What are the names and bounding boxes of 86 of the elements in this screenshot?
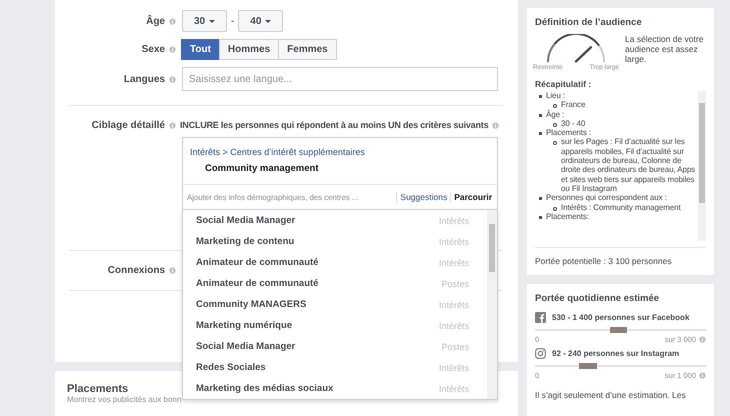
bullet-icon [553, 104, 557, 108]
suggestion-item[interactable]: Social Media Manager Intérêts [183, 210, 487, 231]
summary-item: France [561, 100, 586, 110]
bullet-icon [539, 197, 542, 200]
instruction-text: INCLURE les personnes qui répondent à au moins UN des critères suivants [180, 120, 488, 130]
panel-title: Définition de l’audience [535, 17, 642, 28]
summary-item: 30 - 40 [561, 118, 586, 128]
field-label: Ciblage détaillé [92, 120, 165, 131]
info-icon[interactable] [169, 18, 176, 24]
estimate-note: Il s’agit seulement d’une estimation. Les [535, 390, 687, 400]
info-icon[interactable] [699, 372, 706, 379]
suggestion-type: Intérêts [438, 300, 469, 310]
info-icon[interactable] [169, 76, 176, 82]
category-path: Intérêts > Centres d’intérêt supplémentaires [189, 146, 366, 157]
gender-option[interactable]: Femmes [278, 39, 337, 60]
suggestion-name: Social Media Manager [196, 215, 296, 226]
suggestion-item[interactable]: Animateur de communauté Postes [183, 273, 487, 294]
bullet-icon [539, 132, 542, 136]
field-label: Langues [124, 74, 165, 84]
caret-icon [209, 20, 216, 22]
summary-item: Intérêts : Community management [561, 202, 681, 212]
facebook-icon [535, 312, 546, 323]
suggestion-item[interactable]: Marketing numérique Intérêts [183, 315, 487, 336]
suggestion-name: Community MANAGERS [196, 299, 306, 310]
section-description: Montrez vos publicités aux bonn [67, 395, 182, 404]
audience-verdict: La sélection de votre audience est assez large. [625, 34, 704, 66]
suggestion-item[interactable]: Social Media Manager Postes [183, 336, 487, 357]
info-icon[interactable] [169, 122, 176, 129]
field-label: Âge [146, 16, 165, 26]
summary-item: Personnes qui correspondent aux : [546, 193, 667, 203]
suggestion-type: Intérêts [438, 384, 469, 394]
scrollbar[interactable] [487, 210, 497, 399]
summary-item: sur les Pages : Fil d’actualité sur les appareils mobiles, Fil d’actualité sur ordinateurs de bureau, Colonne de droite des ordinateurs de bureau, Apps et sites web tiers sur appareils mobiles ou Fil Instagram [561, 137, 696, 194]
info-icon[interactable] [169, 46, 176, 53]
suggestion-type: Intérêts [438, 236, 469, 246]
bullet-icon [553, 206, 557, 211]
browse-link[interactable]: Suggestions [400, 192, 448, 202]
suggestion-item[interactable]: Marketing des médias sociaux Intérêts [183, 378, 487, 399]
info-icon[interactable] [492, 122, 500, 128]
suggestion-name: Marketing des médias sociaux [196, 383, 334, 394]
suggestion-type: Postes [441, 278, 469, 288]
suggestion-type: Intérêts [438, 216, 469, 226]
summary-title: Récapitulatif : [535, 79, 592, 89]
summary-item: Âge : [546, 110, 564, 119]
suggestion-item[interactable]: Redes Sociales Intérêts [183, 357, 487, 378]
suggestion-name: Animateur de communauté [196, 257, 318, 268]
reach-estimate: 92 - 240 personnes sur Instagram [552, 349, 680, 358]
summary-item: Lieu : [546, 91, 565, 100]
language-field[interactable]: Saisissez une langue... [182, 67, 498, 91]
scrollbar[interactable] [698, 91, 706, 241]
bullet-icon [553, 122, 557, 127]
selected-interest[interactable]: Community management [183, 157, 340, 184]
suggestion-item[interactable]: Marketing de contenu Intérêts [183, 231, 487, 252]
reach-estimate: 530 - 1 400 personnes sur Facebook [552, 313, 690, 322]
bullet-icon [539, 114, 542, 117]
gender-option[interactable]: Tout [181, 39, 220, 60]
suggestion-item[interactable]: Community MANAGERS Intérêts [183, 294, 487, 315]
field-label: Connexions [108, 265, 165, 276]
suggestion-type: Intérêts [438, 362, 469, 372]
field-label: Sexe [142, 44, 165, 55]
suggestion-name: Marketing numérique [196, 320, 292, 331]
suggestion-name: Marketing de contenu [196, 236, 294, 247]
bullet-icon [553, 141, 557, 146]
caret-icon [265, 20, 272, 22]
panel-title: Portée quotidienne estimée [535, 293, 660, 304]
suggestion-type: Postes [441, 342, 469, 352]
gender-option[interactable]: Hommes [218, 39, 280, 60]
bullet-icon [539, 95, 542, 98]
age-max-dropdown[interactable]: 40 [238, 10, 284, 32]
info-icon[interactable] [699, 336, 706, 343]
potential-reach: Portée potentielle : 3 100 personnes [535, 256, 672, 266]
suggestion-type: Intérêts [438, 258, 469, 268]
suggestion-name: Social Media Manager [196, 341, 296, 352]
info-icon[interactable] [169, 267, 176, 274]
suggestion-name: Redes Sociales [196, 362, 266, 373]
section-title: Placements [67, 383, 128, 395]
summary-item: Placements : [546, 128, 592, 138]
summary-item: Placements: [546, 212, 589, 222]
bullet-icon [539, 216, 542, 219]
camera-icon [535, 348, 546, 359]
suggestion-type: Intérêts [438, 320, 469, 330]
range-separator: - [231, 16, 234, 26]
suggestion-item[interactable]: Animateur de communauté Intérêts [183, 252, 487, 273]
age-min-dropdown[interactable]: 30 [182, 10, 227, 32]
browse-link[interactable]: Parcourir [454, 192, 492, 202]
suggestion-name: Animateur de communauté [196, 278, 318, 289]
